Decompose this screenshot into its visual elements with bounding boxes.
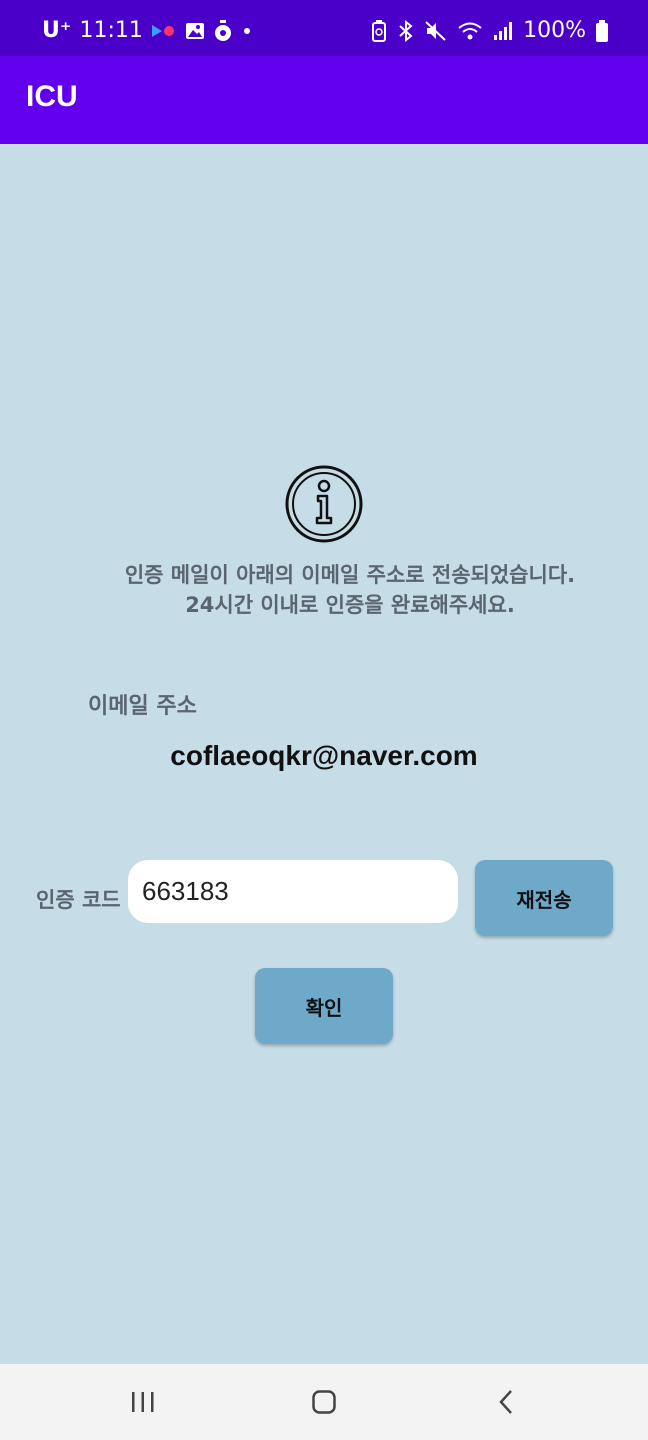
back-icon[interactable] [496,1388,516,1416]
photo-icon [185,21,205,41]
recents-icon[interactable] [130,1390,156,1414]
status-right: 100% [371,18,608,43]
status-bar: U⁺ 11:11 100% [0,0,648,56]
carrier-label: U⁺ [42,18,72,43]
home-icon[interactable] [312,1390,336,1414]
media-play-icon [151,23,177,39]
info-icon [284,464,364,544]
signal-icon [493,21,513,41]
bluetooth-icon [397,19,415,42]
info-message: 인증 메일이 아래의 이메일 주소로 전송되었습니다. 24시간 이내로 인증을… [80,560,620,620]
message-line-1: 인증 메일이 아래의 이메일 주소로 전송되었습니다. [124,563,576,587]
app-bar: ICU [0,56,648,144]
clock: 11:11 [79,18,143,43]
confirm-button[interactable]: 확인 [255,968,393,1044]
battery-saver-icon [371,19,387,42]
navigation-bar [0,1364,648,1440]
battery-percent: 100% [523,18,586,43]
alarm-icon [213,19,233,42]
battery-icon [596,19,608,42]
verification-code-input[interactable] [128,860,458,923]
resend-button[interactable]: 재전송 [475,860,613,936]
dot-icon [241,25,253,37]
email-label: 이메일 주소 [88,694,197,719]
message-line-2: 24시간 이내로 인증을 완료해주세요. [185,593,515,617]
mute-icon [425,20,447,42]
code-label: 인증 코드 [36,888,121,912]
app-title: ICU [26,80,78,113]
wifi-icon [457,20,483,42]
verification-screen: 인증 메일이 아래의 이메일 주소로 전송되었습니다. 24시간 이내로 인증을… [0,144,648,1364]
email-value: coflaeoqkr@naver.com [170,740,478,771]
status-left: U⁺ 11:11 [42,18,253,43]
